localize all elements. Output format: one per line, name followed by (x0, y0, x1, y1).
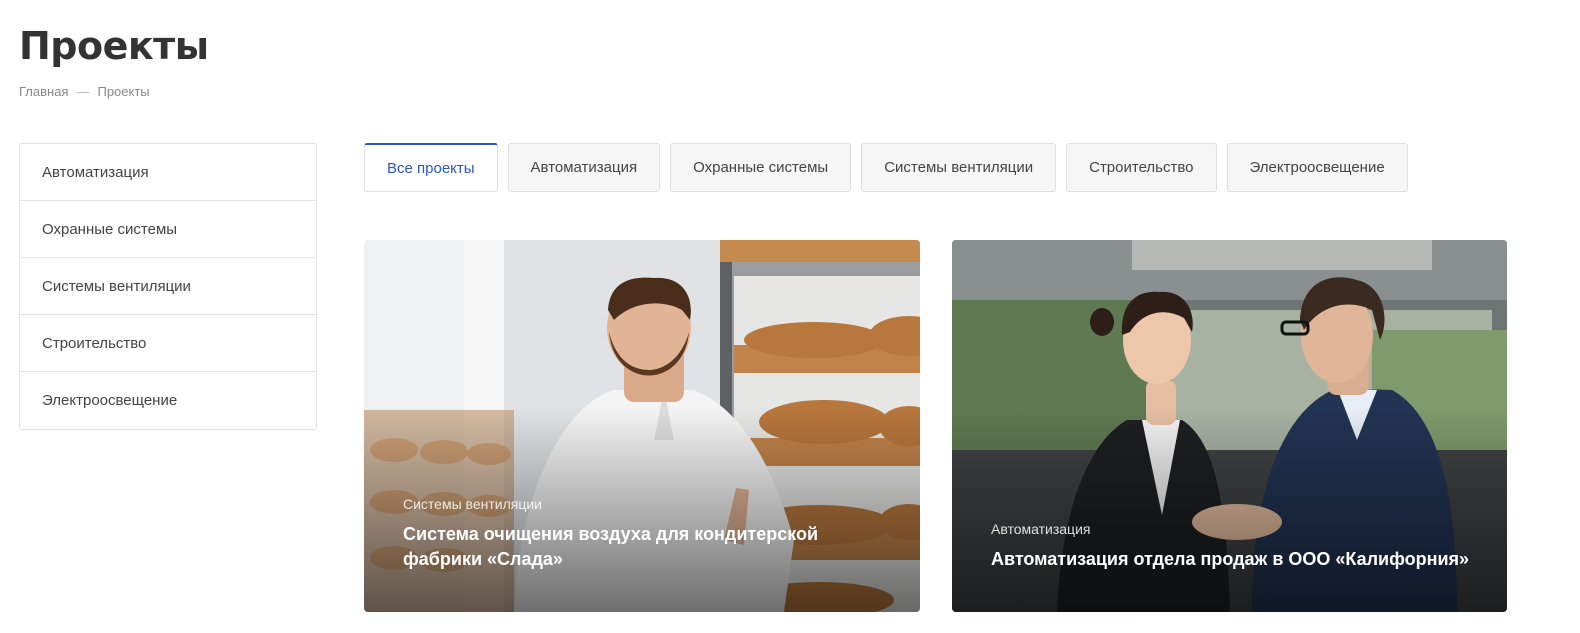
project-category: Автоматизация (991, 521, 1091, 537)
sidebar-item-ventilation[interactable]: Системы вентиляции (20, 258, 316, 315)
tab-all-projects[interactable]: Все проекты (364, 143, 498, 192)
category-sidebar: Автоматизация Охранные системы Системы в… (19, 143, 317, 430)
sidebar-item-construction[interactable]: Строительство (20, 315, 316, 372)
project-title[interactable]: Система очищения воздуха для кондитерско… (403, 522, 890, 572)
breadcrumb: Главная — Проекты (19, 84, 150, 99)
breadcrumb-current: Проекты (97, 84, 150, 99)
project-card[interactable]: Системы вентиляции Система очищения возд… (364, 240, 920, 612)
card-caption: Автоматизация Автоматизация отдела прода… (991, 521, 1477, 572)
filter-tabs: Все проекты Автоматизация Охранные систе… (364, 143, 1408, 192)
tab-automation[interactable]: Автоматизация (507, 143, 661, 192)
tab-ventilation[interactable]: Системы вентиляции (861, 143, 1057, 192)
project-title[interactable]: Автоматизация отдела продаж в ООО «Калиф… (991, 547, 1477, 572)
page-title: Проекты (19, 24, 209, 68)
breadcrumb-home-link[interactable]: Главная (19, 84, 68, 99)
breadcrumb-separator: — (76, 84, 90, 99)
sidebar-item-automation[interactable]: Автоматизация (20, 144, 316, 201)
card-caption: Системы вентиляции Система очищения возд… (403, 496, 890, 572)
project-category: Системы вентиляции (403, 496, 542, 512)
tab-security-systems[interactable]: Охранные системы (670, 143, 852, 192)
sidebar-item-security-systems[interactable]: Охранные системы (20, 201, 316, 258)
tab-lighting[interactable]: Электроосвещение (1226, 143, 1408, 192)
tab-construction[interactable]: Строительство (1066, 143, 1217, 192)
project-card[interactable]: Автоматизация Автоматизация отдела прода… (952, 240, 1507, 612)
sidebar-item-lighting[interactable]: Электроосвещение (20, 372, 316, 429)
